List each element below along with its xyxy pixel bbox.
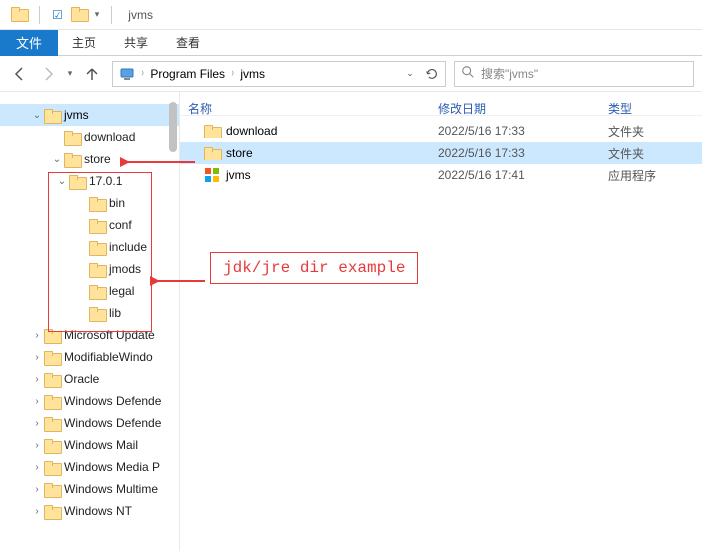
forward-button[interactable] <box>36 62 60 86</box>
chevron-right-icon[interactable]: › <box>30 484 44 495</box>
search-icon <box>461 65 475 82</box>
folder-icon <box>69 175 85 188</box>
chevron-down-icon[interactable]: ⌄ <box>55 176 69 187</box>
tree-node[interactable]: › Windows Multime <box>0 478 179 500</box>
address-bar[interactable]: › Program Files › jvms ⌄ <box>112 61 446 87</box>
tab-file[interactable]: 文件 <box>0 30 58 56</box>
application-icon <box>204 167 220 183</box>
folder-icon <box>44 439 60 452</box>
tab-home[interactable]: 主页 <box>58 30 110 56</box>
folder-icon <box>44 505 60 518</box>
folder-icon <box>204 147 220 160</box>
tree-node[interactable]: › Oracle <box>0 368 179 390</box>
tree-node[interactable]: › Windows Mail <box>0 434 179 456</box>
folder-qat-icon[interactable] <box>11 7 27 23</box>
folder-icon <box>44 461 60 474</box>
tab-view[interactable]: 查看 <box>162 30 214 56</box>
column-headers: 名称 修改日期 类型 <box>180 92 702 116</box>
scrollbar-thumb[interactable] <box>169 102 177 152</box>
pc-icon[interactable] <box>115 62 139 86</box>
chevron-right-icon[interactable]: › <box>30 506 44 517</box>
tree-node[interactable]: › Microsoft Update <box>0 324 179 346</box>
chevron-right-icon[interactable]: › <box>140 67 145 80</box>
folder-icon <box>89 285 105 298</box>
annotation-label: jdk/jre dir example <box>210 252 418 284</box>
folder-icon <box>44 329 60 342</box>
chevron-down-icon[interactable]: ⌄ <box>30 110 44 121</box>
recent-dropdown-icon[interactable]: ▾ <box>64 62 76 86</box>
tree-node-legal[interactable]: legal <box>0 280 179 302</box>
folder-icon <box>64 153 80 166</box>
tree-node[interactable]: › Windows NT <box>0 500 179 522</box>
nav-tree[interactable]: ⌄ jvms download ⌄ store ⌄ 17.0.1 bin con… <box>0 92 180 551</box>
qat-checkbox-icon[interactable]: ☑ <box>52 8 63 22</box>
chevron-right-icon[interactable]: › <box>30 440 44 451</box>
tree-node-bin[interactable]: bin <box>0 192 179 214</box>
tree-node-lib[interactable]: lib <box>0 302 179 324</box>
back-button[interactable] <box>8 62 32 86</box>
search-input[interactable]: 搜索"jvms" <box>454 61 694 87</box>
ribbon-tabs: 文件 主页 共享 查看 <box>0 30 702 56</box>
folder-icon <box>64 131 80 144</box>
tree-node-jvms[interactable]: ⌄ jvms <box>0 104 179 126</box>
qat-dropdown-icon[interactable]: ▾ <box>95 9 100 20</box>
folder-icon <box>89 219 105 232</box>
chevron-down-icon[interactable]: ⌄ <box>50 154 64 165</box>
tree-node-download[interactable]: download <box>0 126 179 148</box>
tree-node[interactable]: › Windows Defende <box>0 412 179 434</box>
nav-bar: ▾ › Program Files › jvms ⌄ 搜索"jvms" <box>0 56 702 92</box>
tree-node-jmods[interactable]: jmods <box>0 258 179 280</box>
file-row[interactable]: store 2022/5/16 17:33 文件夹 <box>180 142 702 164</box>
window-title: jvms <box>128 8 153 22</box>
chevron-right-icon[interactable]: › <box>30 462 44 473</box>
up-button[interactable] <box>80 62 104 86</box>
chevron-right-icon[interactable]: › <box>230 67 235 80</box>
refresh-icon[interactable] <box>421 63 443 85</box>
tree-node[interactable]: › Windows Defende <box>0 390 179 412</box>
folder-icon <box>89 241 105 254</box>
folder-icon <box>44 395 60 408</box>
chevron-right-icon[interactable]: › <box>30 418 44 429</box>
column-date[interactable]: 修改日期 <box>430 100 600 117</box>
tree-node-include[interactable]: include <box>0 236 179 258</box>
tab-share[interactable]: 共享 <box>110 30 162 56</box>
folder-icon <box>204 125 220 138</box>
tree-node-17-0-1[interactable]: ⌄ 17.0.1 <box>0 170 179 192</box>
column-type[interactable]: 类型 <box>600 100 680 117</box>
file-row[interactable]: download 2022/5/16 17:33 文件夹 <box>180 120 702 142</box>
folder-icon <box>44 483 60 496</box>
folder-icon <box>89 263 105 276</box>
folder-icon <box>89 307 105 320</box>
folder-icon <box>44 373 60 386</box>
address-dropdown-icon[interactable]: ⌄ <box>399 63 421 85</box>
tree-node[interactable]: › ModifiableWindo <box>0 346 179 368</box>
folder-icon <box>44 417 60 430</box>
title-bar: ☑ ▾ jvms <box>0 0 702 30</box>
folder-icon <box>44 351 60 364</box>
folder-icon <box>44 109 60 122</box>
breadcrumb-segment[interactable]: Program Files <box>146 62 229 86</box>
chevron-right-icon[interactable]: › <box>30 330 44 341</box>
chevron-right-icon[interactable]: › <box>30 352 44 363</box>
search-placeholder: 搜索"jvms" <box>481 65 538 82</box>
tree-node-store[interactable]: ⌄ store <box>0 148 179 170</box>
tree-node-conf[interactable]: conf <box>0 214 179 236</box>
chevron-right-icon[interactable]: › <box>30 396 44 407</box>
column-name[interactable]: 名称 <box>180 100 430 117</box>
folder-title-icon <box>71 7 87 23</box>
chevron-right-icon[interactable]: › <box>30 374 44 385</box>
breadcrumb-segment[interactable]: jvms <box>236 62 269 86</box>
file-row[interactable]: jvms 2022/5/16 17:41 应用程序 <box>180 164 702 186</box>
tree-node[interactable]: › Windows Media P <box>0 456 179 478</box>
file-list-pane: 名称 修改日期 类型 download 2022/5/16 17:33 文件夹 … <box>180 92 702 551</box>
folder-icon <box>89 197 105 210</box>
